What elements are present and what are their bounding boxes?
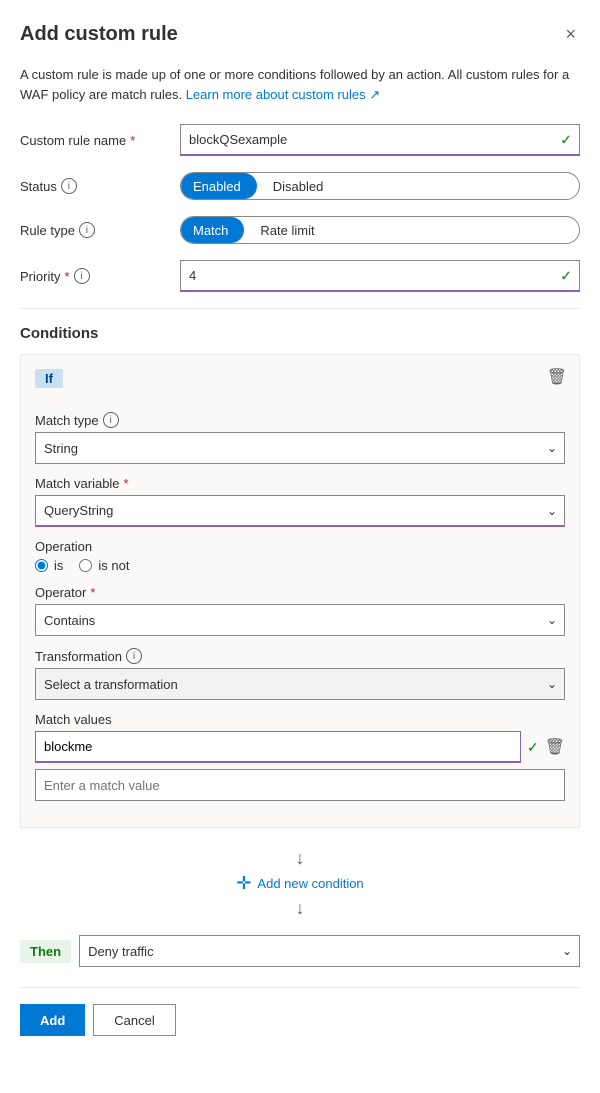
priority-info-icon[interactable]: i <box>74 268 90 284</box>
match-type-select[interactable]: String IP Address Geo Location <box>35 432 565 464</box>
if-badge: If <box>35 369 63 388</box>
priority-required-indicator: * <box>64 269 69 284</box>
operator-label: Operator * <box>35 585 565 600</box>
match-variable-select[interactable]: QueryString RequestUri RequestBody Reque… <box>35 495 565 527</box>
status-control: Enabled Disabled <box>180 172 580 200</box>
operator-field: Operator * Contains Equals StartsWith En… <box>35 585 565 636</box>
then-select-wrapper: Deny traffic Allow traffic Log only ⌄ <box>79 935 580 967</box>
transformation-select[interactable]: Select a transformation Lowercase Upperc… <box>35 668 565 700</box>
required-indicator: * <box>130 133 135 148</box>
transformation-label: Transformation i <box>35 648 565 664</box>
then-action-select[interactable]: Deny traffic Allow traffic Log only <box>79 935 580 967</box>
rule-type-toggle-group: Match Rate limit <box>180 216 580 244</box>
rule-type-info-icon[interactable]: i <box>79 222 95 238</box>
rule-type-ratelimit-button[interactable]: Rate limit <box>244 217 326 243</box>
match-value-input[interactable] <box>35 731 521 763</box>
add-condition-arrow: ↓ <box>296 848 305 869</box>
rule-type-label: Rule type i <box>20 222 180 238</box>
then-row: Then Deny traffic Allow traffic Log only… <box>20 935 580 967</box>
modal-footer: Add Cancel <box>20 987 580 1036</box>
operator-select-wrapper: Contains Equals StartsWith EndsWith Less… <box>35 604 565 636</box>
add-button[interactable]: Add <box>20 1004 85 1036</box>
match-value-delete-icon[interactable]: 🗑 <box>545 737 565 757</box>
custom-rule-name-row: Custom rule name * ✓ <box>20 124 580 156</box>
add-condition-button[interactable]: ✛ Add new condition <box>236 873 363 894</box>
priority-control: ✓ <box>180 260 580 292</box>
match-variable-field: Match variable * QueryString RequestUri … <box>35 476 565 527</box>
conditions-section: Conditions If 🗑 Match type i String IP A… <box>20 325 580 967</box>
match-value-row: ✓ 🗑 <box>35 731 565 763</box>
close-button[interactable]: × <box>561 20 580 49</box>
match-type-field: Match type i String IP Address Geo Locat… <box>35 412 565 464</box>
transformation-info-icon[interactable]: i <box>126 648 142 664</box>
match-type-label: Match type i <box>35 412 565 428</box>
rule-type-row: Rule type i Match Rate limit <box>20 216 580 244</box>
modal-title: Add custom rule <box>20 23 178 46</box>
transformation-select-wrapper: Select a transformation Lowercase Upperc… <box>35 668 565 700</box>
match-value-placeholder-input[interactable] <box>35 769 565 801</box>
learn-more-link[interactable]: Learn more about custom rules ↗ <box>186 87 380 102</box>
priority-row: Priority * i ✓ <box>20 260 580 292</box>
operation-isnot-radio[interactable] <box>79 559 92 572</box>
description-text: A custom rule is made up of one or more … <box>20 65 580 104</box>
status-disabled-button[interactable]: Disabled <box>257 173 336 199</box>
match-values-field: Match values ✓ 🗑 <box>35 712 565 801</box>
operator-select[interactable]: Contains Equals StartsWith EndsWith Less… <box>35 604 565 636</box>
rule-type-match-button[interactable]: Match <box>181 217 244 243</box>
status-row: Status i Enabled Disabled <box>20 172 580 200</box>
match-value-placeholder-row <box>35 769 565 801</box>
operation-label: Operation <box>35 539 565 554</box>
operation-is-radio[interactable] <box>35 559 48 572</box>
priority-label: Priority * i <box>20 268 180 284</box>
status-label: Status i <box>20 178 180 194</box>
match-variable-required: * <box>124 476 129 491</box>
priority-input[interactable] <box>180 260 580 292</box>
operation-isnot-label[interactable]: is not <box>79 558 129 573</box>
operation-is-label[interactable]: is <box>35 558 63 573</box>
operation-field: Operation is is not <box>35 539 565 573</box>
transformation-field: Transformation i Select a transformation… <box>35 648 565 700</box>
divider <box>20 308 580 309</box>
custom-rule-name-control: ✓ <box>180 124 580 156</box>
priority-check-icon: ✓ <box>560 268 572 285</box>
match-type-select-wrapper: String IP Address Geo Location ⌄ <box>35 432 565 464</box>
status-info-icon[interactable]: i <box>61 178 77 194</box>
then-badge: Then <box>20 940 71 963</box>
add-condition-arrow-below: ↓ <box>296 898 305 919</box>
match-variable-select-wrapper: QueryString RequestUri RequestBody Reque… <box>35 495 565 527</box>
match-variable-label: Match variable * <box>35 476 565 491</box>
conditions-title: Conditions <box>20 325 580 342</box>
add-custom-rule-modal: Add custom rule × A custom rule is made … <box>0 0 600 1093</box>
custom-rule-name-label: Custom rule name * <box>20 133 180 148</box>
status-toggle-group: Enabled Disabled <box>180 172 580 200</box>
rule-type-control: Match Rate limit <box>180 216 580 244</box>
custom-rule-name-input[interactable] <box>180 124 580 156</box>
modal-header: Add custom rule × <box>20 20 580 49</box>
delete-condition-icon[interactable]: 🗑 <box>547 367 567 387</box>
condition-card: If 🗑 Match type i String IP Address Geo … <box>20 354 580 828</box>
match-type-info-icon[interactable]: i <box>103 412 119 428</box>
operator-required: * <box>90 585 95 600</box>
operation-radio-group: is is not <box>35 558 565 573</box>
status-enabled-button[interactable]: Enabled <box>181 173 257 199</box>
match-value-check-icon: ✓ <box>527 739 539 756</box>
match-values-label: Match values <box>35 712 565 727</box>
cancel-button[interactable]: Cancel <box>93 1004 175 1036</box>
name-check-icon: ✓ <box>560 132 572 149</box>
add-condition-plus-icon: ✛ <box>236 873 251 894</box>
add-condition-area: ↓ ✛ Add new condition ↓ <box>20 844 580 923</box>
